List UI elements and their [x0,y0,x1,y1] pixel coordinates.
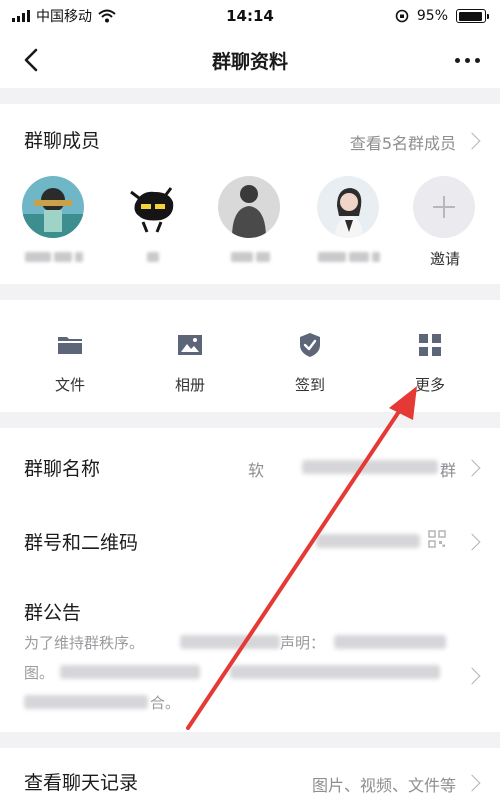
chat-history-value: 图片、视频、文件等 [311,776,456,795]
avatar [218,176,280,238]
tool-checkin[interactable]: 签到 [265,330,355,395]
notice-text-line1: 为了维持群秩序。 [24,632,144,653]
tool-more[interactable]: 更多 [385,330,475,395]
page-title: 群聊资料 [211,50,288,73]
member-avatar-item[interactable] [317,176,381,264]
grid-icon [419,334,441,356]
members-section: 群聊成员 查看5名群成员 邀请 [0,104,500,284]
members-title: 群聊成员 [24,130,101,152]
chevron-right-icon [463,459,481,477]
tool-label: 更多 [414,376,445,394]
group-name-label: 群聊名称 [24,458,101,480]
member-name-blurred [218,252,282,264]
chevron-right-icon [463,667,481,685]
notice-label: 群公告 [24,602,82,624]
tool-label: 文件 [54,376,85,394]
group-name-value-start: 软 [247,461,264,480]
notice-line3-end: 合。 [150,694,181,712]
battery-percent: 95% [416,8,448,24]
chevron-right-icon [463,132,481,150]
member-name-blurred [121,252,185,264]
tool-label: 相册 [174,376,205,394]
status-right: 95% [395,8,489,24]
member-name-blurred [22,252,86,264]
notice-text-line2: 图。 [24,662,54,683]
view-all-members-link[interactable]: 查看5名群成员 [350,130,456,154]
notice-line1-start: 为了维持群秩序。 [24,634,145,652]
chat-history-row[interactable]: 查看聊天记录 图片、视频、文件等 [0,748,500,795]
notice-blurred [60,665,200,679]
notice-line2-start: 图。 [24,664,55,682]
tools-section: 文件 相册 签到 更多 [0,300,500,412]
chat-history-label: 查看聊天记录 [24,772,139,794]
image-icon [178,335,202,355]
orientation-lock-icon [395,9,409,23]
group-info-section: 群聊名称 软 群 群号和二维码 群公告 为了维持群秩序。 声明： 图。 合。 [0,428,500,732]
notice-blurred [180,635,280,649]
invite-label: 邀请 [429,250,460,268]
tool-label: 签到 [294,376,325,394]
avatar [317,176,379,238]
notice-blurred [24,695,148,709]
back-arrow-icon[interactable] [18,46,46,74]
qr-code-icon [428,530,446,548]
member-avatar-item[interactable] [22,176,86,264]
tool-album[interactable]: 相册 [145,330,235,395]
notice-blurred [334,635,446,649]
member-name-blurred [317,252,381,264]
group-id-blurred [316,534,420,548]
avatar [22,176,84,238]
avatar [121,176,183,238]
shield-check-icon [300,333,320,357]
group-name-value-end: 群 [439,461,456,480]
tool-files[interactable]: 文件 [25,330,115,395]
group-name-blurred [302,460,438,474]
notice-blurred [230,665,440,679]
folder-icon [58,337,82,354]
member-avatar-item[interactable] [121,176,185,264]
status-bar: 中国移动 14:14 95% [0,0,500,32]
notice-line1-mid: 声明： [280,634,326,652]
nav-bar: 群聊资料 [0,32,500,88]
more-options-icon[interactable] [455,58,480,63]
invite-member-button[interactable]: 邀请 [413,176,477,269]
chevron-right-icon [463,774,481,792]
chevron-right-icon [463,533,481,551]
member-avatar-item[interactable] [218,176,282,264]
battery-icon [456,9,489,23]
group-id-label: 群号和二维码 [24,532,139,554]
plus-icon [413,176,475,238]
